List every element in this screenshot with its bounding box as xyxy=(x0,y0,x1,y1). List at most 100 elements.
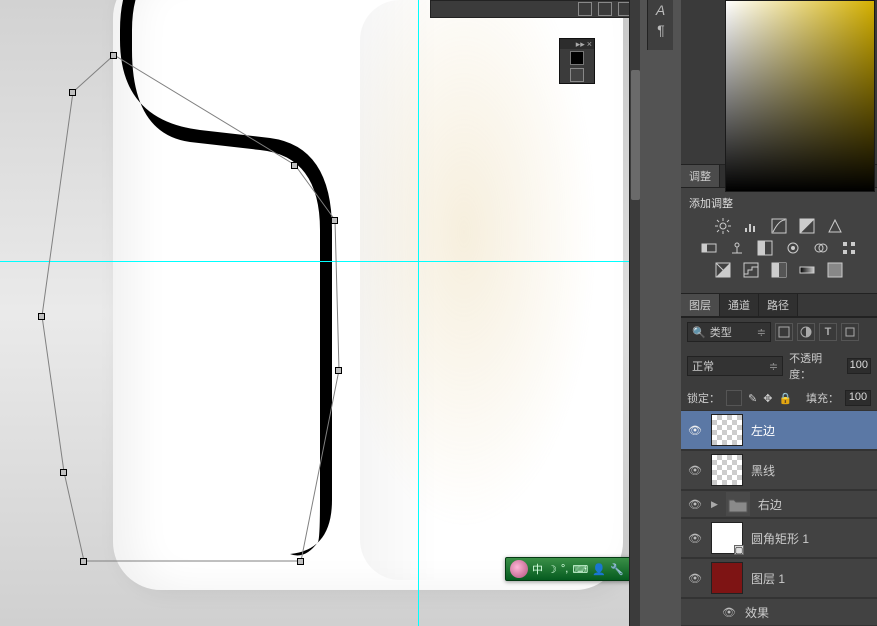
filter-type-icon[interactable]: T xyxy=(819,323,837,341)
tab-paths[interactable]: 路径 xyxy=(759,294,798,316)
transform-handle[interactable] xyxy=(291,162,298,169)
layer-row[interactable]: 👁 图层 1 xyxy=(681,558,877,598)
layer-name[interactable]: 图层 1 xyxy=(751,570,785,587)
transform-handle[interactable] xyxy=(69,89,76,96)
adj-brightness-icon[interactable] xyxy=(714,217,732,235)
adj-colorlookup-icon[interactable] xyxy=(840,239,858,257)
adj-colorbalance-icon[interactable] xyxy=(728,239,746,257)
tab-channels[interactable]: 通道 xyxy=(720,294,759,316)
tab-layers[interactable]: 图层 xyxy=(681,294,720,316)
canvas-area[interactable]: ▸▸× 中 ☽ °, ⌨ 👤 🔧 xyxy=(0,0,640,626)
tab-adjustments[interactable]: 调整 xyxy=(681,165,720,187)
layer-effects-row[interactable]: 👁 效果 xyxy=(681,598,877,626)
tool-flyout: ▸▸× xyxy=(559,38,595,84)
color-picker-panel xyxy=(681,0,877,164)
chevron-down-icon: ≑ xyxy=(757,326,766,339)
adj-channelmixer-icon[interactable] xyxy=(812,239,830,257)
transform-handle[interactable] xyxy=(335,367,342,374)
layer-thumb[interactable] xyxy=(711,414,743,446)
layer-name[interactable]: 圆角矩形 1 xyxy=(751,530,809,547)
visibility-icon[interactable]: 👁 xyxy=(687,498,703,511)
lock-image-icon[interactable]: ✎ xyxy=(748,392,757,405)
transform-handle[interactable] xyxy=(110,52,117,59)
disclosure-triangle-icon[interactable]: ▶ xyxy=(711,499,718,510)
layer-row[interactable]: 👁 黑线 xyxy=(681,450,877,490)
layer-thumb[interactable] xyxy=(711,454,743,486)
ime-keyboard-icon[interactable]: ⌨ xyxy=(572,563,588,576)
transform-handle[interactable] xyxy=(38,313,45,320)
inner-glow xyxy=(360,0,620,580)
fill-label: 填充： xyxy=(806,390,839,406)
opacity-value[interactable]: 100 xyxy=(847,358,871,374)
layer-name[interactable]: 黑线 xyxy=(751,462,775,479)
visibility-icon[interactable]: 👁 xyxy=(687,572,703,585)
lock-all-icon[interactable]: 🔒 xyxy=(778,392,792,405)
option-icon[interactable] xyxy=(598,2,612,16)
panels-column: 调整 样式 添加调整 图层 通道 路径 xyxy=(681,0,877,626)
layer-row[interactable]: 👁 左边 xyxy=(681,410,877,450)
layer-group-row[interactable]: 👁 ▶ 右边 xyxy=(681,490,877,518)
transform-handle[interactable] xyxy=(80,558,87,565)
transform-handle[interactable] xyxy=(331,217,338,224)
adj-levels-icon[interactable] xyxy=(742,217,760,235)
tool-icon[interactable] xyxy=(570,68,584,82)
scrollbar-thumb[interactable] xyxy=(631,70,640,200)
transform-handle[interactable] xyxy=(60,469,67,476)
adj-invert-icon[interactable] xyxy=(714,261,732,279)
ime-bar[interactable]: 中 ☽ °, ⌨ 👤 🔧 xyxy=(505,557,640,581)
canvas-scrollbar[interactable] xyxy=(629,0,640,626)
ime-tool-icon[interactable]: 🔧 xyxy=(610,563,624,576)
visibility-icon[interactable]: 👁 xyxy=(687,464,703,477)
ime-moon-icon[interactable]: ☽ xyxy=(547,563,557,576)
black-line-shape xyxy=(110,0,370,580)
lock-position-icon[interactable]: ✥ xyxy=(763,392,772,405)
collapse-icon[interactable]: ▸▸ xyxy=(576,40,585,49)
layers-filter-row: 🔍 类型 ≑ T xyxy=(681,317,877,346)
layer-row[interactable]: 👁 ▢ 圆角矩形 1 xyxy=(681,518,877,558)
layer-thumb[interactable] xyxy=(711,562,743,594)
type-panel-collapsed[interactable]: A ¶ xyxy=(647,0,673,50)
color-swatch[interactable] xyxy=(570,51,584,65)
close-icon[interactable]: × xyxy=(587,40,592,49)
adj-vibrance-icon[interactable] xyxy=(826,217,844,235)
ime-lang[interactable]: 中 xyxy=(532,561,543,577)
adj-photofilter-icon[interactable] xyxy=(784,239,802,257)
adj-hue-icon[interactable] xyxy=(700,239,718,257)
adj-selectivecolor-icon[interactable] xyxy=(826,261,844,279)
filter-adjust-icon[interactable] xyxy=(797,323,815,341)
paragraph-icon[interactable]: ¶ xyxy=(657,22,665,38)
search-icon: 🔍 xyxy=(692,326,706,339)
adj-exposure-icon[interactable] xyxy=(798,217,816,235)
fill-value[interactable]: 100 xyxy=(845,390,871,406)
lock-label: 锁定： xyxy=(687,390,720,406)
ime-user-icon[interactable]: 👤 xyxy=(592,563,606,576)
adj-gradientmap-icon[interactable] xyxy=(798,261,816,279)
visibility-icon[interactable]: 👁 xyxy=(687,532,703,545)
lock-transparent-icon[interactable] xyxy=(726,390,742,406)
visibility-icon[interactable]: 👁 xyxy=(687,424,703,437)
blend-mode-select[interactable]: 正常 ≑ xyxy=(687,356,783,376)
adj-curves-icon[interactable] xyxy=(770,217,788,235)
layer-name[interactable]: 右边 xyxy=(758,496,782,513)
filter-pixel-icon[interactable] xyxy=(775,323,793,341)
color-field[interactable] xyxy=(725,0,875,192)
visibility-icon[interactable]: 👁 xyxy=(721,606,737,619)
adj-bw-icon[interactable] xyxy=(756,239,774,257)
ime-punct-icon[interactable]: °, xyxy=(561,563,568,575)
opacity-label: 不透明度： xyxy=(789,350,840,382)
transform-options-bar xyxy=(430,0,637,18)
layer-thumb[interactable]: ▢ xyxy=(711,522,743,554)
adjust-title: 添加调整 xyxy=(689,195,869,211)
layer-name[interactable]: 左边 xyxy=(751,422,775,439)
layer-filter-kind[interactable]: 🔍 类型 ≑ xyxy=(687,322,771,342)
character-icon[interactable]: A xyxy=(656,2,665,18)
layers-panel: 🔍 类型 ≑ T 正常 ≑ 不透明度： 100 锁定： ✎ ✥ 🔒 填充： 10… xyxy=(681,316,877,626)
transform-handle[interactable] xyxy=(297,558,304,565)
guide-horizontal[interactable] xyxy=(0,261,640,262)
adj-posterize-icon[interactable] xyxy=(742,261,760,279)
option-icon[interactable] xyxy=(578,2,592,16)
guide-vertical[interactable] xyxy=(418,0,419,626)
layers-list: 👁 左边 👁 黑线 👁 ▶ 右边 👁 ▢ 圆角矩形 1 xyxy=(681,410,877,626)
filter-shape-icon[interactable] xyxy=(841,323,859,341)
adj-threshold-icon[interactable] xyxy=(770,261,788,279)
